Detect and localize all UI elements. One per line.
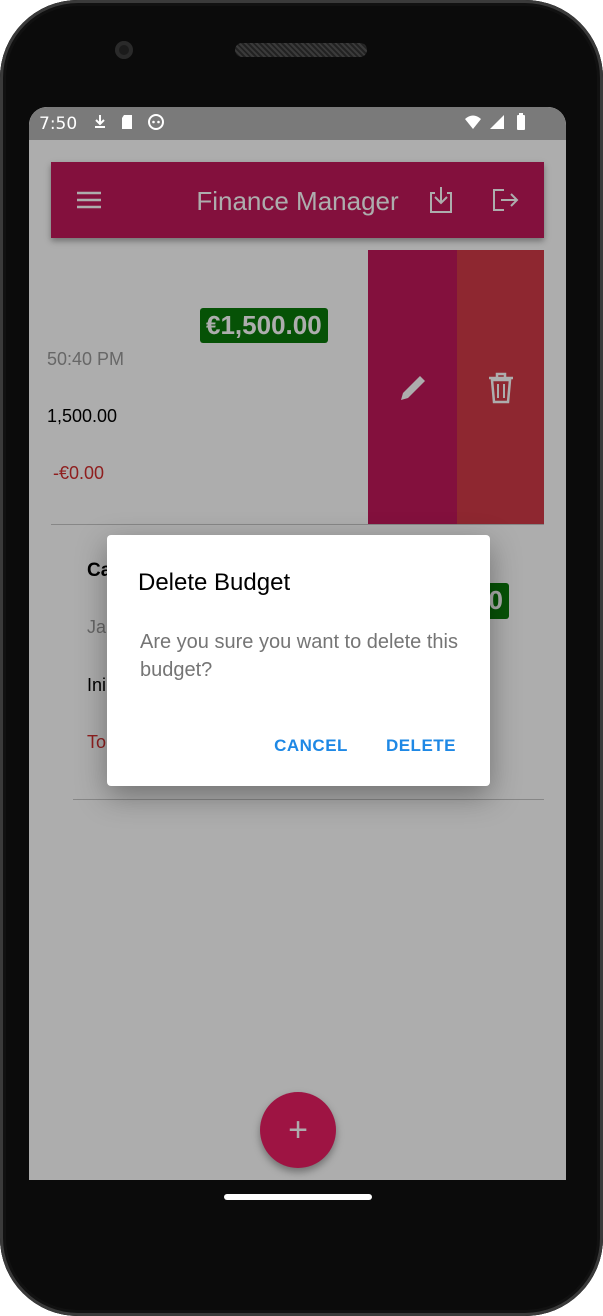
dialog-actions: CANCEL DELETE bbox=[274, 736, 456, 756]
cancel-button[interactable]: CANCEL bbox=[274, 736, 348, 756]
dialog-title: Delete Budget bbox=[138, 569, 291, 596]
status-bar: 7:50 bbox=[29, 107, 566, 140]
status-icons-right bbox=[464, 113, 530, 131]
screen: 7:50 Finance Manager €1,500.00 50:40 PM … bbox=[29, 107, 566, 1180]
android-icon bbox=[148, 114, 164, 130]
status-time: 7:50 bbox=[39, 114, 78, 134]
battery-icon bbox=[517, 113, 525, 130]
front-camera bbox=[115, 41, 133, 59]
status-icons-left bbox=[91, 113, 165, 131]
dialog-message: Are you sure you want to delete this bud… bbox=[140, 631, 458, 681]
home-indicator[interactable] bbox=[224, 1194, 372, 1200]
sd-card-icon bbox=[122, 115, 132, 129]
phone-frame: 7:50 Finance Manager €1,500.00 50:40 PM … bbox=[0, 0, 603, 1316]
download-notification-icon bbox=[95, 115, 105, 128]
delete-button[interactable]: DELETE bbox=[386, 736, 456, 756]
delete-budget-dialog: Delete Budget Are you sure you want to d… bbox=[107, 535, 490, 786]
earpiece-speaker bbox=[235, 43, 367, 57]
wifi-icon bbox=[465, 115, 481, 129]
signal-icon bbox=[490, 115, 504, 129]
